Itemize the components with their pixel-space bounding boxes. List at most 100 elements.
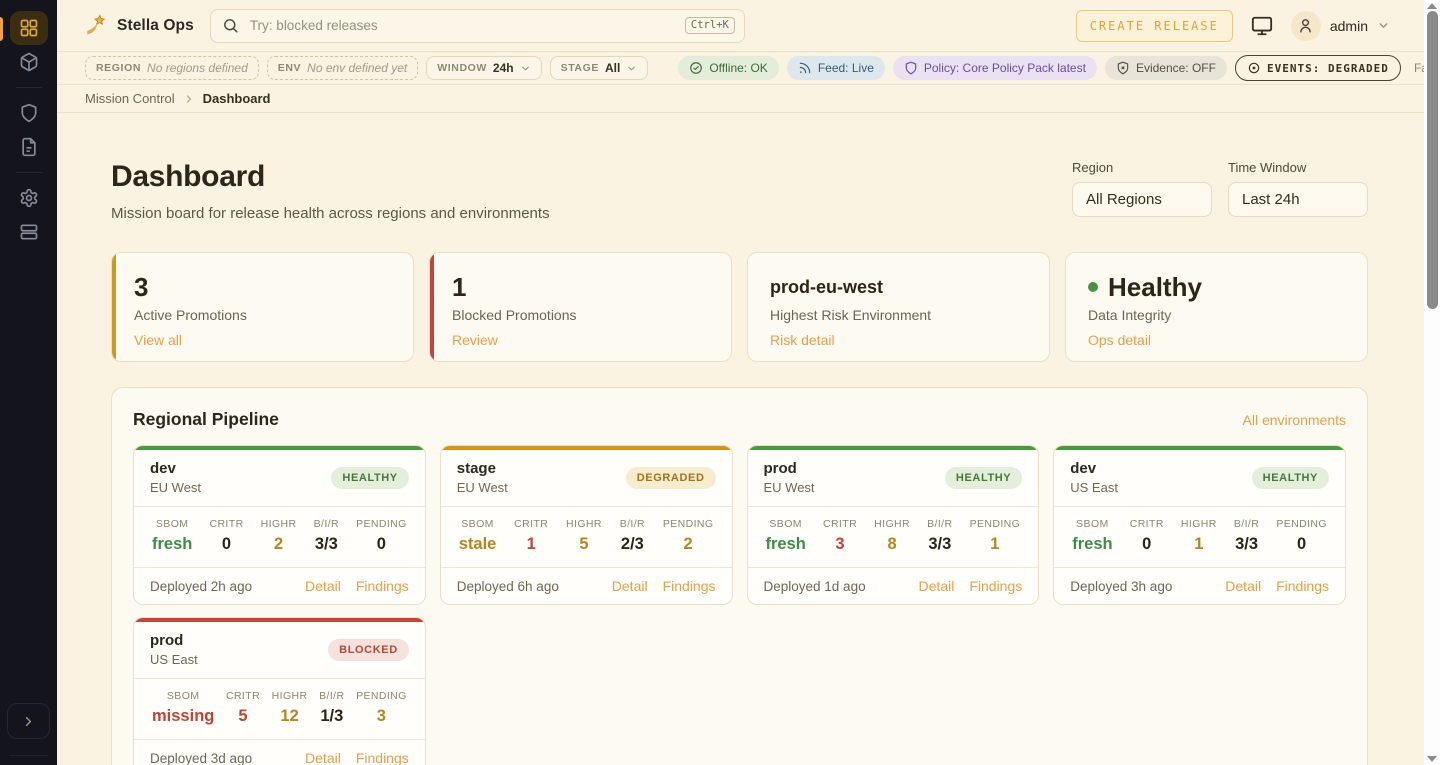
env-context-pill[interactable]: ENV No env defined yet (267, 56, 418, 80)
metric-value: 3/3 (927, 535, 952, 554)
chevron-down-icon (520, 63, 531, 74)
metric-label: PENDING (356, 690, 407, 702)
create-release-button[interactable]: CREATE RELEASE (1076, 10, 1233, 42)
active-nav-indicator (0, 17, 3, 41)
stat-card-link[interactable]: Review (452, 332, 498, 348)
environment-name: prod (764, 460, 815, 477)
sidebar-item-infrastructure[interactable] (10, 215, 48, 249)
context-bar: REGION No regions defined ENV No env def… (57, 52, 1424, 85)
stat-card-link[interactable]: View all (134, 332, 182, 348)
metric-label: B/I/R (314, 518, 339, 530)
findings-link[interactable]: Findings (356, 750, 409, 765)
region-filter: Region All Regions (1072, 160, 1212, 217)
detail-link[interactable]: Detail (919, 578, 955, 594)
metrics-row: SBOMstaleCRITR1HIGHR5B/I/R2/3PENDING2 (441, 506, 732, 568)
environment-identity: dev EU West (150, 460, 201, 495)
metric-value: missing (152, 707, 214, 726)
pill-label: Feed: Live (818, 61, 874, 75)
metric-label: PENDING (1276, 518, 1327, 530)
shooting-star-icon (85, 14, 108, 37)
detail-link[interactable]: Detail (612, 578, 648, 594)
metric-value: 12 (272, 707, 308, 726)
findings-link[interactable]: Findings (1276, 578, 1329, 594)
region-context-pill[interactable]: REGION No regions defined (85, 56, 259, 80)
metric-bir: B/I/R1/3 (319, 690, 344, 727)
metric-value: 1/3 (319, 707, 344, 726)
search-input[interactable] (250, 18, 674, 33)
gear-icon (19, 188, 39, 208)
findings-link[interactable]: Findings (356, 578, 409, 594)
metric-bir: B/I/R3/3 (314, 518, 339, 555)
environment-region: US East (150, 652, 198, 667)
target-icon (1247, 61, 1261, 75)
metric-label: PENDING (356, 518, 407, 530)
status-badge: BLOCKED (328, 639, 409, 661)
breadcrumb-current: Dashboard (203, 91, 271, 106)
avatar (1291, 11, 1321, 41)
pipeline-title: Regional Pipeline (133, 409, 279, 430)
breadcrumb-mission-control[interactable]: Mission Control (85, 91, 175, 106)
evidence-status-pill: Evidence: OFF (1105, 56, 1227, 80)
metric-bir: B/I/R2/3 (620, 518, 645, 555)
findings-link[interactable]: Findings (663, 578, 716, 594)
page-title: Dashboard (111, 160, 550, 194)
metric-label: CRITR (209, 518, 243, 530)
metric-pending: PENDING1 (970, 518, 1021, 555)
metric-label: PENDING (970, 518, 1021, 530)
metric-label: PENDING (663, 518, 714, 530)
sidebar-item-security[interactable] (10, 96, 48, 130)
detail-link[interactable]: Detail (305, 750, 341, 765)
stat-card-link[interactable]: Risk detail (770, 332, 835, 348)
metric-value: 1 (1181, 535, 1217, 554)
metric-value: 5 (226, 707, 260, 726)
events-status-pill[interactable]: EVENTS: DEGRADED (1235, 55, 1401, 81)
sidebar-item-documents[interactable] (10, 130, 48, 164)
environment-card-header: stage EU West DEGRADED (441, 450, 732, 506)
app-logo[interactable]: Stella Ops (85, 14, 194, 37)
stage-dropdown[interactable]: STAGE All (550, 56, 649, 80)
pipeline-header: Regional Pipeline All environments (133, 409, 1346, 430)
environment-card-header: prod US East BLOCKED (134, 622, 425, 678)
metric-sbom: SBOMfresh (766, 518, 806, 555)
metric-value: 3 (356, 707, 407, 726)
detail-link[interactable]: Detail (1225, 578, 1261, 594)
metric-label: HIGHR (1181, 518, 1217, 530)
sidebar-item-settings[interactable] (10, 181, 48, 215)
metric-label: B/I/R (620, 518, 645, 530)
scrollbar-thumb[interactable] (1427, 11, 1438, 309)
global-search: Ctrl+K (210, 9, 745, 43)
sidebar-divider (16, 87, 42, 88)
stat-card-link[interactable]: Ops detail (1088, 332, 1151, 348)
time-window-filter-label: Time Window (1228, 160, 1368, 175)
findings-link[interactable]: Findings (969, 578, 1022, 594)
search-icon (222, 17, 239, 34)
environment-name: dev (1070, 460, 1118, 477)
sidebar-item-dashboard[interactable] (10, 11, 48, 45)
stat-card: 1 Blocked Promotions Review (429, 252, 732, 362)
metric-value: 8 (874, 535, 910, 554)
metric-value: 0 (1276, 535, 1327, 554)
sidebar-collapse-button[interactable] (7, 703, 50, 739)
metric-critr: CRITR3 (823, 518, 857, 555)
window-dropdown[interactable]: WINDOW 24h (426, 56, 541, 80)
scrollbar-down-arrow[interactable] (1427, 756, 1437, 762)
time-window-filter-select[interactable]: Last 24h (1228, 182, 1368, 217)
sidebar-item-artifacts[interactable] (10, 45, 48, 79)
user-menu[interactable]: admin (1291, 11, 1390, 41)
metric-sbom: SBOMfresh (152, 518, 192, 555)
detail-link[interactable]: Detail (305, 578, 341, 594)
pill-label: Policy: Core Policy Pack latest (924, 61, 1086, 75)
region-filter-select[interactable]: All Regions (1072, 182, 1212, 217)
all-environments-link[interactable]: All environments (1243, 412, 1347, 428)
environment-card: dev US East HEALTHY SBOMfreshCRITR0HIGHR… (1053, 445, 1346, 605)
scrollbar-up-arrow[interactable] (1427, 3, 1437, 9)
environment-name: stage (457, 460, 508, 477)
region-filter-label: Region (1072, 160, 1212, 175)
metric-value: fresh (1072, 535, 1112, 554)
stat-card: Healthy Data Integrity Ops detail (1065, 252, 1368, 362)
environment-card: prod US East BLOCKED SBOMmissingCRITR5HI… (133, 617, 426, 765)
environment-card-links: Detail Findings (919, 578, 1023, 594)
metric-value: 0 (1130, 535, 1164, 554)
display-mode-button[interactable] (1251, 15, 1273, 37)
metrics-row: SBOMfreshCRITR3HIGHR8B/I/R3/3PENDING1 (748, 506, 1039, 568)
